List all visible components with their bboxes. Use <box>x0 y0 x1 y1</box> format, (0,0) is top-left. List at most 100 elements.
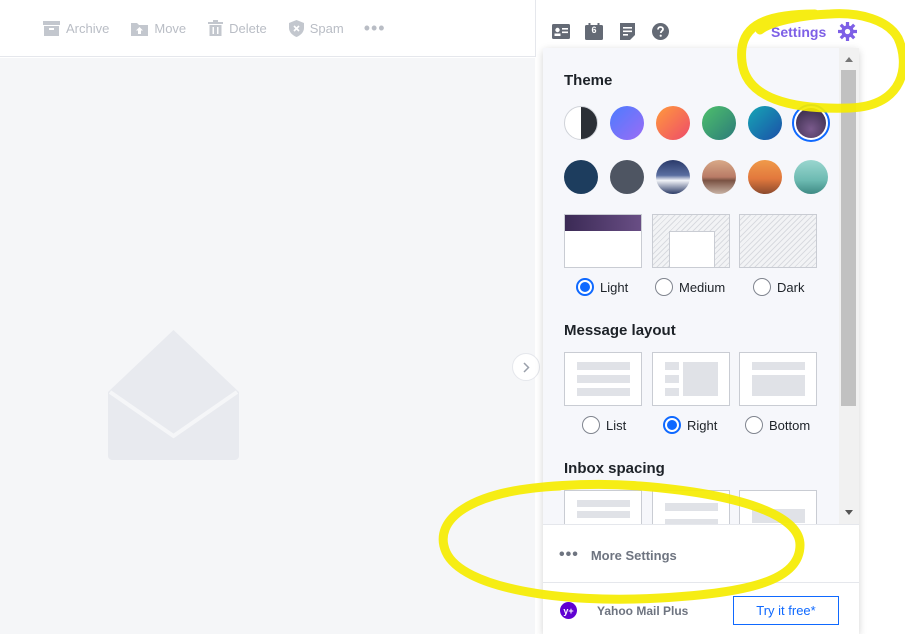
preview-pane <box>683 362 718 396</box>
theme-light-radio[interactable] <box>576 278 594 296</box>
theme-swatch-teal-blue[interactable] <box>748 106 782 140</box>
theme-dark-label: Dark <box>777 279 805 295</box>
more-dots-icon: ••• <box>559 546 579 563</box>
yahoo-plus-icon: y+ <box>560 602 577 619</box>
theme-swatch-lighthouse-photo[interactable] <box>794 160 828 194</box>
layout-bottom-option[interactable]: Bottom <box>745 416 810 434</box>
layout-list-option[interactable]: List <box>582 416 626 434</box>
gear-icon <box>838 22 858 41</box>
preview-bar <box>665 362 679 370</box>
message-layout-title: Message layout <box>564 322 676 339</box>
layout-right-radio[interactable] <box>663 416 681 434</box>
help-icon <box>651 22 669 40</box>
empty-envelope-icon <box>108 330 239 460</box>
settings-footer: ••• More Settings y+ Yahoo Mail Plus Try… <box>543 524 859 634</box>
footer-divider <box>543 582 859 583</box>
delete-button[interactable]: Delete <box>208 20 267 36</box>
theme-light-preview[interactable] <box>564 214 642 268</box>
preview-bar <box>577 500 630 507</box>
theme-medium-radio[interactable] <box>655 278 673 296</box>
preview-bar <box>577 388 630 396</box>
theme-swatch-wave-photo[interactable] <box>656 160 690 194</box>
theme-swatch-navy[interactable] <box>564 160 598 194</box>
theme-swatch-dusk-fill <box>796 108 826 138</box>
spam-button[interactable]: Spam <box>288 19 344 37</box>
layout-list-label: List <box>606 417 627 433</box>
settings-scrollbar[interactable] <box>839 48 859 524</box>
spacing-medium-preview[interactable] <box>652 490 730 524</box>
theme-dark-option[interactable]: Dark <box>753 278 804 296</box>
settings-scroll-area[interactable]: Theme Light Medium Dark Message layout L… <box>543 48 839 524</box>
calendar-day: 6 <box>591 25 597 35</box>
theme-dark-radio[interactable] <box>753 278 771 296</box>
preview-bar <box>752 362 805 370</box>
yahoo-mail-plus-label: Yahoo Mail Plus <box>597 604 689 618</box>
theme-medium-label: Medium <box>679 279 726 295</box>
chevron-right-icon <box>522 361 530 373</box>
calendar-button[interactable]: 6 <box>585 22 603 40</box>
settings-button[interactable]: Settings <box>771 22 858 41</box>
move-button[interactable]: Move <box>131 21 186 36</box>
archive-button[interactable]: Archive <box>43 20 110 36</box>
notepad-icon <box>619 22 635 40</box>
try-it-free-button[interactable]: Try it free* <box>733 596 839 625</box>
folder-move-icon <box>131 22 149 36</box>
preview-pane <box>752 375 805 396</box>
move-label: Move <box>154 20 187 36</box>
delete-label: Delete <box>229 20 267 36</box>
preview-bar <box>665 375 679 383</box>
theme-swatch-sunset-photo[interactable] <box>748 160 782 194</box>
layout-bottom-radio[interactable] <box>745 416 763 434</box>
layout-right-option[interactable]: Right <box>663 416 717 434</box>
archive-icon <box>43 20 60 36</box>
notepad-button[interactable] <box>618 22 636 40</box>
layout-right-label: Right <box>687 417 718 433</box>
contacts-icon <box>552 23 570 39</box>
more-settings-link[interactable]: ••• More Settings <box>559 546 677 564</box>
theme-swatch-orange-pink[interactable] <box>656 106 690 140</box>
layout-list-preview[interactable] <box>564 352 642 406</box>
theme-medium-preview[interactable] <box>652 214 730 268</box>
help-button[interactable] <box>651 22 669 40</box>
layout-right-preview[interactable] <box>652 352 730 406</box>
theme-dark-preview[interactable] <box>739 214 817 268</box>
message-toolbar: Archive Move Delete Spam ••• <box>0 0 535 57</box>
expand-pane-button[interactable] <box>512 353 540 381</box>
contacts-button[interactable] <box>552 22 570 40</box>
spacing-large-preview[interactable] <box>739 490 817 524</box>
theme-swatch-green[interactable] <box>702 106 736 140</box>
layout-bottom-label: Bottom <box>769 417 811 433</box>
scroll-up-arrow[interactable] <box>845 57 853 62</box>
more-settings-label: More Settings <box>590 547 677 563</box>
shield-icon <box>288 19 304 37</box>
theme-swatch-dusk-selected[interactable] <box>792 104 830 142</box>
theme-swatch-blue-purple[interactable] <box>610 106 644 140</box>
app-icons: 6 <box>552 22 684 40</box>
settings-panel: Theme Light Medium Dark Message layout L… <box>543 48 859 634</box>
archive-label: Archive <box>66 20 110 36</box>
scroll-down-arrow[interactable] <box>845 510 853 515</box>
layout-bottom-preview[interactable] <box>739 352 817 406</box>
preview-bar <box>577 375 630 383</box>
theme-light-option[interactable]: Light <box>576 278 628 296</box>
theme-swatch-contrast[interactable] <box>564 106 598 140</box>
theme-medium-option[interactable]: Medium <box>655 278 725 296</box>
preview-bar <box>665 388 679 396</box>
spam-label: Spam <box>309 20 344 36</box>
preview-bar <box>577 362 630 370</box>
settings-label: Settings <box>771 23 827 40</box>
inbox-spacing-title: Inbox spacing <box>564 460 665 477</box>
preview-bar <box>752 509 805 523</box>
message-reading-pane <box>0 58 535 634</box>
theme-swatch-slate[interactable] <box>610 160 644 194</box>
preview-bar <box>577 511 630 518</box>
light-preview-header <box>565 215 641 231</box>
spacing-small-preview[interactable] <box>564 490 642 524</box>
more-actions-button[interactable]: ••• <box>364 18 386 39</box>
scroll-thumb[interactable] <box>841 70 856 406</box>
layout-list-radio[interactable] <box>582 416 600 434</box>
theme-title: Theme <box>564 72 613 89</box>
theme-swatch-desert-photo[interactable] <box>702 160 736 194</box>
trash-icon <box>208 20 224 36</box>
medium-preview-content <box>669 231 715 267</box>
